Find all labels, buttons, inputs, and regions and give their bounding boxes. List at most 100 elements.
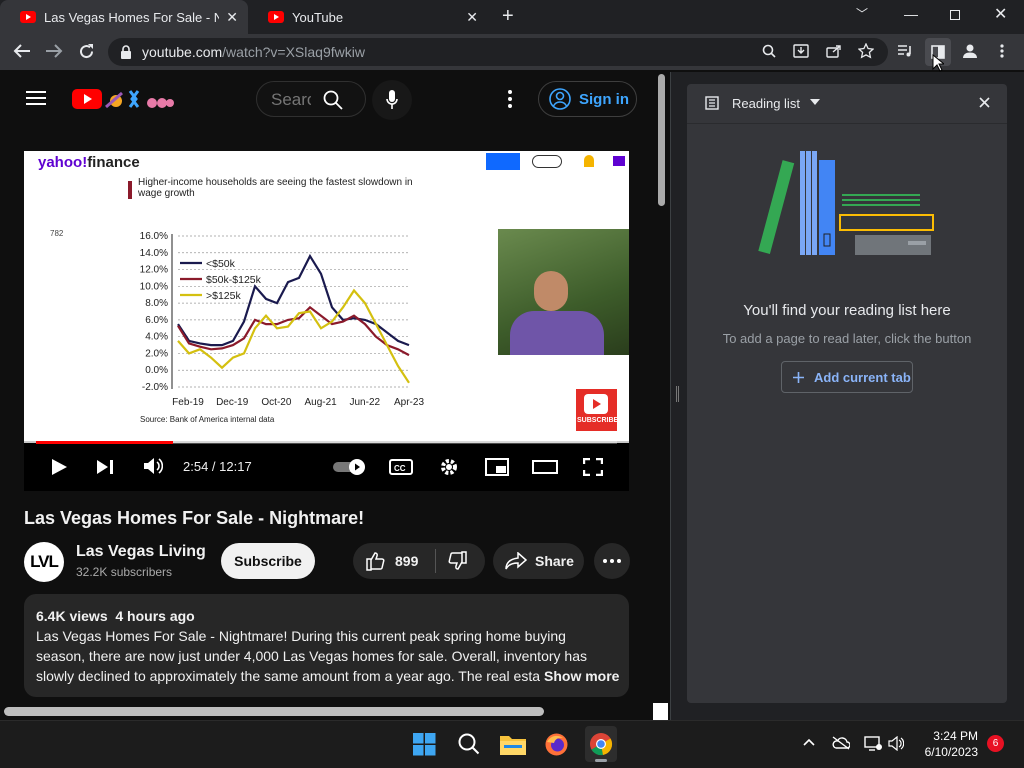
media-control-icon[interactable] <box>897 44 914 58</box>
clock-date: 6/10/2023 <box>924 745 978 759</box>
subscriber-count: 32.2K subscribers <box>76 565 173 579</box>
reload-button[interactable] <box>78 43 95 60</box>
lock-icon[interactable] <box>120 45 132 59</box>
new-tab-button[interactable]: + <box>502 5 514 28</box>
network-icon[interactable] <box>864 736 882 751</box>
volume-tray-icon[interactable] <box>888 736 904 751</box>
video-player[interactable]: yahoo!finance Higher-income households a… <box>24 151 629 491</box>
description-text: Las Vegas Homes For Sale - Nightmare! Du… <box>36 628 599 684</box>
chart-legend: <$50k $50k-$125k >$125k <box>180 258 262 302</box>
chart-y-tick-label: 6.0% <box>145 315 168 326</box>
voice-search-button[interactable] <box>372 80 412 120</box>
presenter-face <box>534 271 568 311</box>
more-actions-button[interactable] <box>594 543 630 579</box>
show-hidden-icons-chevron-icon[interactable] <box>803 738 815 746</box>
side-panel-resize-handle[interactable] <box>676 386 679 402</box>
settings-gear-icon[interactable] <box>439 457 459 477</box>
chart-x-tick-label: Aug-21 <box>304 397 337 408</box>
chart-x-tick-label: Dec-19 <box>216 397 249 408</box>
theater-mode-button[interactable] <box>532 460 558 474</box>
chart-legend-label: >$125k <box>206 290 241 302</box>
chart-y-tick-label: -2.0% <box>142 382 168 393</box>
chart-y-tick-label: 4.0% <box>145 332 168 343</box>
add-current-tab-button[interactable]: Add current tab <box>781 361 913 393</box>
tab-label: Las Vegas Homes For Sale - Nightmare! - … <box>44 9 219 25</box>
guide-menu-icon[interactable] <box>26 90 46 106</box>
presenter-shirt <box>510 311 604 355</box>
youtube-search-box[interactable] <box>256 81 366 117</box>
fullscreen-button[interactable] <box>583 458 603 476</box>
tab-label: YouTube <box>292 9 344 25</box>
bookmark-star-icon[interactable] <box>858 43 874 59</box>
file-explorer-icon[interactable] <box>500 733 526 755</box>
video-progress-bar[interactable] <box>36 441 617 444</box>
reading-list-hint: To add a page to read later, click the b… <box>722 331 972 346</box>
tab-youtube-video[interactable]: Las Vegas Homes For Sale - Nightmare! - … <box>0 0 248 34</box>
search-input[interactable] <box>271 90 311 110</box>
forward-button[interactable] <box>45 43 63 59</box>
start-button[interactable] <box>413 733 436 756</box>
autoplay-toggle[interactable] <box>333 459 367 475</box>
close-tab-icon[interactable]: ✕ <box>226 9 238 26</box>
subscribe-button[interactable]: Subscribe <box>221 543 315 579</box>
reading-list-title[interactable]: Reading list <box>732 96 800 111</box>
like-count: 899 <box>395 553 419 569</box>
reading-list-icon <box>705 96 719 110</box>
browser-menu-icon[interactable] <box>1000 44 1004 58</box>
embedded-search-icon <box>486 153 520 170</box>
back-button[interactable] <box>13 43 31 59</box>
taskbar-search-icon[interactable] <box>458 733 480 755</box>
video-description[interactable]: 6.4K views 4 hours ago Las Vegas Homes F… <box>24 594 629 697</box>
like-dislike-pill: 899 <box>353 543 485 579</box>
volume-icon[interactable] <box>143 457 163 475</box>
close-side-panel-icon[interactable] <box>979 97 990 108</box>
share-button[interactable]: Share <box>493 543 584 579</box>
scrollbar-corner <box>653 703 668 720</box>
close-window-button[interactable]: ✕ <box>994 4 1007 24</box>
minimize-button[interactable]: — <box>904 6 918 22</box>
sign-in-label: Sign in <box>579 90 629 108</box>
taskbar-clock[interactable]: 3:24 PM 6/10/2023 <box>918 728 978 760</box>
svg-text:CC: CC <box>394 464 406 473</box>
like-button[interactable] <box>365 551 385 571</box>
settings-menu-icon[interactable] <box>508 90 512 108</box>
horizontal-scrollbar-thumb[interactable] <box>4 707 544 716</box>
miniplayer-button[interactable] <box>485 458 509 476</box>
presenter-video-inset <box>498 229 629 355</box>
restore-button[interactable] <box>950 10 960 20</box>
onedrive-offline-icon[interactable] <box>832 736 850 750</box>
views-and-time: 6.4K views 4 hours ago <box>36 608 195 624</box>
embedded-sign-in <box>532 155 562 168</box>
dislike-button[interactable] <box>448 551 468 571</box>
like-divider <box>435 549 436 573</box>
chart-y-ticks: 16.0% 14.0% 12.0% 10.0% 8.0% 6.0% 4.0% 2.0% 0.0%… <box>140 231 168 393</box>
firefox-icon[interactable] <box>545 733 568 756</box>
tab-youtube[interactable]: YouTube ✕ <box>248 0 488 34</box>
youtube-logo[interactable] <box>72 87 176 111</box>
sign-in-button[interactable]: Sign in <box>538 81 637 117</box>
search-page-icon[interactable] <box>762 44 776 58</box>
channel-avatar[interactable]: LVL <box>24 542 64 582</box>
vertical-scrollbar-thumb[interactable] <box>658 74 665 206</box>
chrome-taskbar-button[interactable] <box>585 726 617 762</box>
next-video-button[interactable] <box>96 459 114 475</box>
video-time: 2:54 / 12:17 <box>183 459 252 474</box>
install-app-icon[interactable] <box>793 44 809 58</box>
reading-list-empty-title: You'll find your reading list here <box>743 302 951 319</box>
search-icon[interactable] <box>323 90 343 110</box>
youtube-favicon-icon <box>268 11 284 23</box>
chart-x-tick-label: Oct-20 <box>261 397 291 408</box>
play-button[interactable] <box>50 458 68 476</box>
profile-icon[interactable] <box>962 43 978 59</box>
chart-source: Source: Bank of America internal data <box>140 415 275 424</box>
video-frame: Higher-income households are seeing the … <box>24 173 629 443</box>
notification-badge[interactable]: 6 <box>987 735 1004 752</box>
share-page-icon[interactable] <box>826 44 842 58</box>
channel-name[interactable]: Las Vegas Living <box>76 543 206 561</box>
show-more-button[interactable]: Show more <box>540 666 620 686</box>
captions-button[interactable]: CC <box>389 459 413 475</box>
chart-y-tick-label: 2.0% <box>145 348 168 359</box>
reading-list-dropdown-icon[interactable] <box>810 99 820 105</box>
tab-search-chevron-icon[interactable]: ﹀ <box>856 5 868 22</box>
close-tab-icon[interactable]: ✕ <box>466 9 478 26</box>
